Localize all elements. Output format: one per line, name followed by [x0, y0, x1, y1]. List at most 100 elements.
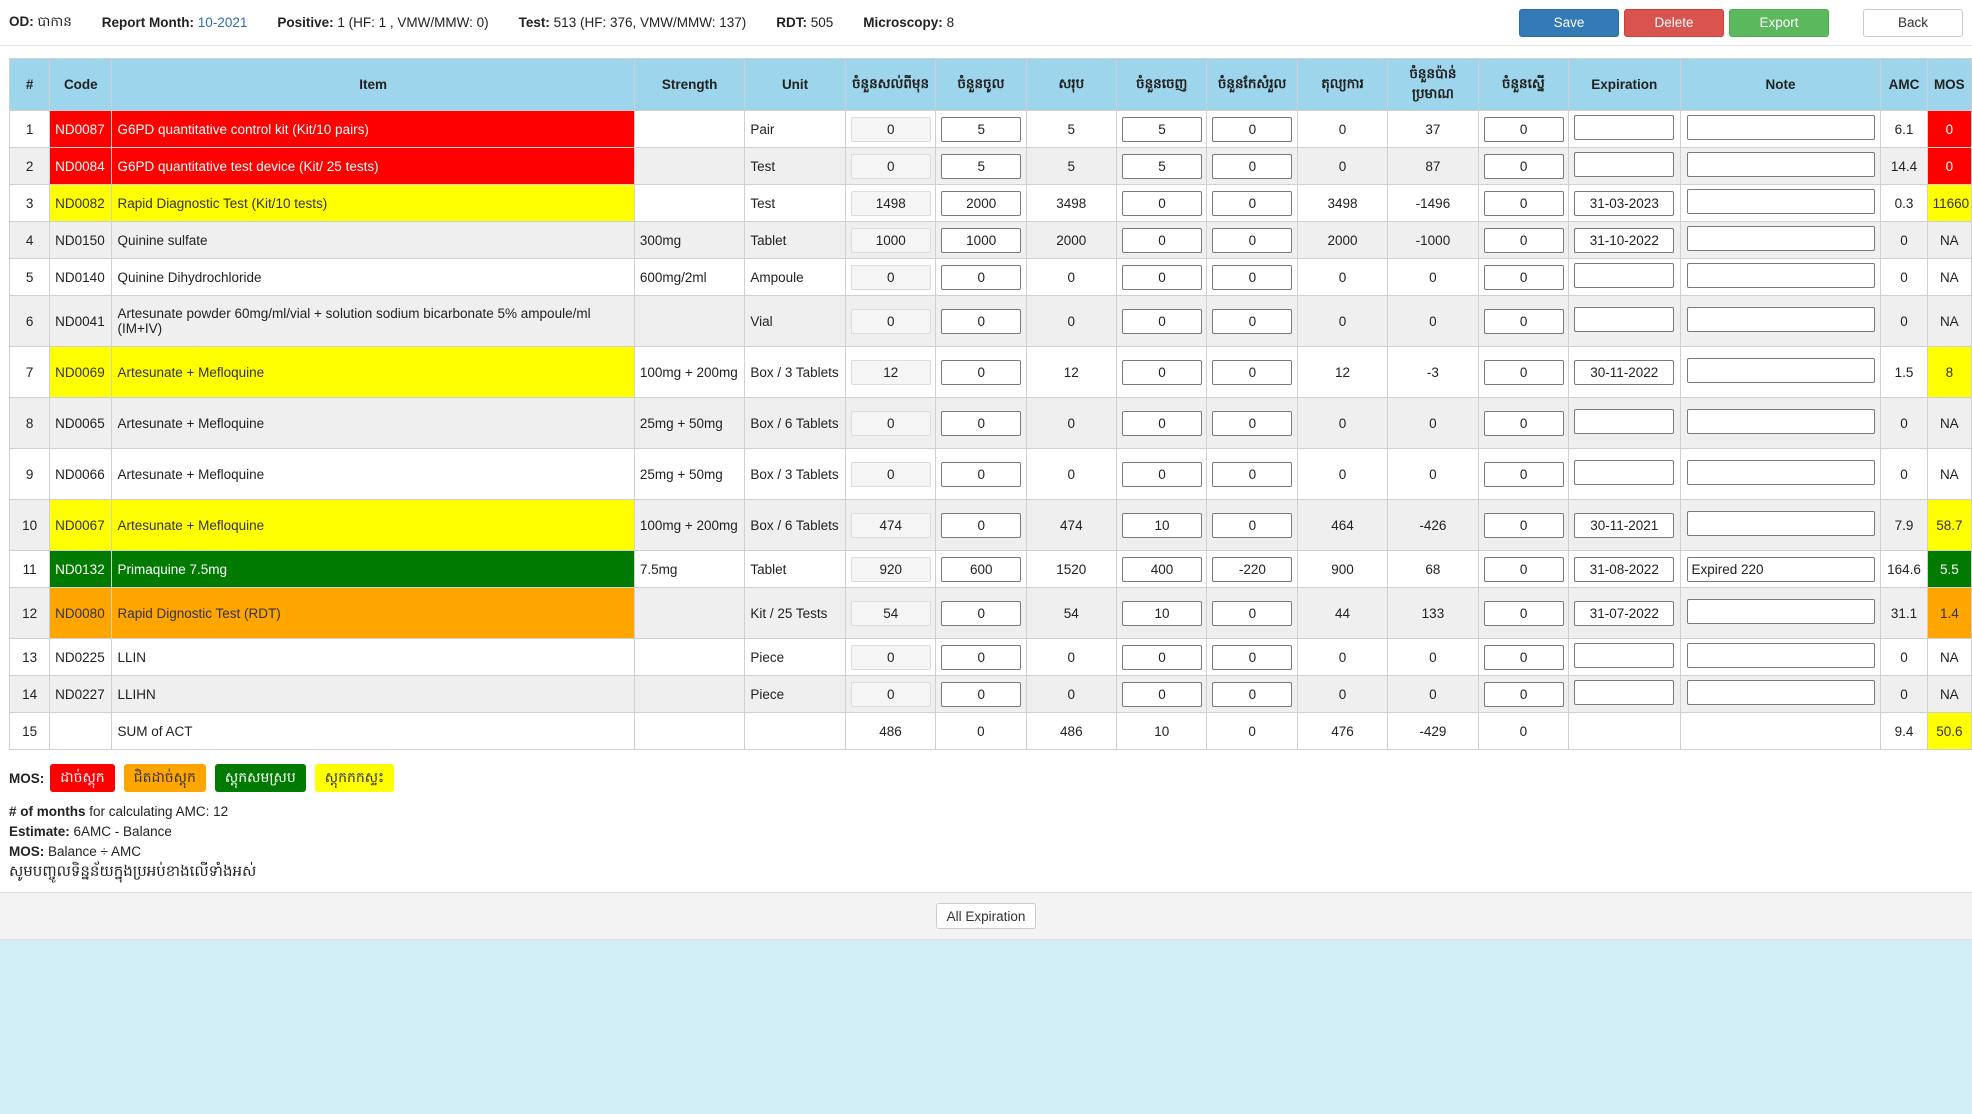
request-field[interactable]: 0: [1483, 410, 1564, 436]
request-field[interactable]: 0: [1483, 556, 1564, 582]
request-field[interactable]: 0: [1483, 264, 1564, 290]
report-month-value[interactable]: 10-2021: [198, 15, 248, 30]
issued-field[interactable]: 0: [1122, 359, 1203, 385]
previous-balance-field[interactable]: 54: [850, 600, 931, 626]
issued-field[interactable]: 5: [1122, 153, 1203, 179]
request-field[interactable]: 0: [1483, 461, 1564, 487]
issued-field[interactable]: 0: [1122, 264, 1203, 290]
note-field[interactable]: [1686, 189, 1875, 214]
adjustment-field[interactable]: 0: [1212, 227, 1293, 253]
expiration-field[interactable]: 30-11-2021: [1574, 512, 1675, 538]
previous-balance-field[interactable]: 0: [850, 644, 931, 670]
expiration-field[interactable]: [1574, 460, 1675, 485]
adjustment-field[interactable]: 0: [1212, 190, 1293, 216]
received-field[interactable]: 0: [941, 264, 1022, 290]
all-expiration-button[interactable]: All Expiration: [935, 903, 1037, 929]
issued-field[interactable]: 10: [1122, 600, 1203, 626]
issued-field[interactable]: 0: [1122, 227, 1203, 253]
issued-field[interactable]: 5: [1122, 116, 1203, 142]
issued-field[interactable]: 0: [1122, 461, 1203, 487]
expiration-field[interactable]: [1574, 152, 1675, 177]
received-field[interactable]: 0: [941, 359, 1022, 385]
adjustment-field[interactable]: 0: [1212, 153, 1293, 179]
received-field[interactable]: 2000: [941, 190, 1022, 216]
expiration-field[interactable]: [1574, 115, 1675, 140]
note-field[interactable]: [1686, 115, 1875, 140]
received-field[interactable]: 0: [941, 461, 1022, 487]
previous-balance-field[interactable]: 0: [850, 264, 931, 290]
issued-field[interactable]: 0: [1122, 308, 1203, 334]
note-field[interactable]: [1686, 511, 1875, 536]
previous-balance-field[interactable]: 1000: [850, 227, 931, 253]
previous-balance-field[interactable]: 920: [850, 556, 931, 582]
note-field[interactable]: [1686, 680, 1875, 705]
expiration-field[interactable]: [1574, 680, 1675, 705]
previous-balance-field[interactable]: 0: [850, 308, 931, 334]
issued-field[interactable]: 0: [1122, 410, 1203, 436]
request-field[interactable]: 0: [1483, 153, 1564, 179]
note-field[interactable]: [1686, 460, 1875, 485]
request-field[interactable]: 0: [1483, 116, 1564, 142]
received-field[interactable]: 0: [941, 644, 1022, 670]
adjustment-field[interactable]: 0: [1212, 644, 1293, 670]
previous-balance-field[interactable]: 0: [850, 153, 931, 179]
received-field[interactable]: 1000: [941, 227, 1022, 253]
received-field[interactable]: 0: [941, 308, 1022, 334]
adjustment-field[interactable]: 0: [1212, 116, 1293, 142]
request-field[interactable]: 0: [1483, 190, 1564, 216]
received-field[interactable]: 0: [941, 512, 1022, 538]
save-button[interactable]: Save: [1519, 8, 1619, 37]
note-field[interactable]: Expired 220: [1686, 556, 1875, 582]
delete-button[interactable]: Delete: [1624, 8, 1724, 37]
expiration-field[interactable]: [1574, 643, 1675, 668]
request-field[interactable]: 0: [1483, 227, 1564, 253]
adjustment-field[interactable]: 0: [1212, 681, 1293, 707]
previous-balance-field[interactable]: 0: [850, 461, 931, 487]
previous-balance-field[interactable]: 474: [850, 512, 931, 538]
expiration-field[interactable]: 31-07-2022: [1574, 600, 1675, 626]
note-field[interactable]: [1686, 263, 1875, 288]
previous-balance-field[interactable]: 0: [850, 116, 931, 142]
received-field[interactable]: 0: [941, 600, 1022, 626]
request-field[interactable]: 0: [1483, 644, 1564, 670]
adjustment-field[interactable]: 0: [1212, 359, 1293, 385]
received-field[interactable]: 0: [941, 410, 1022, 436]
previous-balance-field[interactable]: 1498: [850, 190, 931, 216]
received-field[interactable]: 0: [941, 681, 1022, 707]
expiration-field[interactable]: [1574, 307, 1675, 332]
expiration-field[interactable]: [1574, 263, 1675, 288]
back-button[interactable]: Back: [1863, 8, 1963, 37]
note-field[interactable]: [1686, 152, 1875, 177]
expiration-field[interactable]: 31-10-2022: [1574, 227, 1675, 253]
export-button[interactable]: Export: [1729, 8, 1829, 37]
note-field[interactable]: [1686, 226, 1875, 251]
received-field[interactable]: 600: [941, 556, 1022, 582]
note-field[interactable]: [1686, 599, 1875, 624]
adjustment-field[interactable]: 0: [1212, 600, 1293, 626]
adjustment-field[interactable]: 0: [1212, 264, 1293, 290]
issued-field[interactable]: 10: [1122, 512, 1203, 538]
adjustment-field[interactable]: 0: [1212, 512, 1293, 538]
received-field[interactable]: 5: [941, 116, 1022, 142]
request-field[interactable]: 0: [1483, 359, 1564, 385]
adjustment-field[interactable]: 0: [1212, 410, 1293, 436]
request-field[interactable]: 0: [1483, 681, 1564, 707]
issued-field[interactable]: 0: [1122, 644, 1203, 670]
issued-field[interactable]: 0: [1122, 681, 1203, 707]
request-field[interactable]: 0: [1483, 308, 1564, 334]
expiration-field[interactable]: 30-11-2022: [1574, 359, 1675, 385]
issued-field[interactable]: 0: [1122, 190, 1203, 216]
previous-balance-field[interactable]: 0: [850, 681, 931, 707]
previous-balance-field[interactable]: 0: [850, 410, 931, 436]
adjustment-field[interactable]: -220: [1212, 556, 1293, 582]
request-field[interactable]: 0: [1483, 600, 1564, 626]
expiration-field[interactable]: 31-08-2022: [1574, 556, 1675, 582]
received-field[interactable]: 5: [941, 153, 1022, 179]
issued-field[interactable]: 400: [1122, 556, 1203, 582]
note-field[interactable]: [1686, 409, 1875, 434]
expiration-field[interactable]: [1574, 409, 1675, 434]
adjustment-field[interactable]: 0: [1212, 308, 1293, 334]
note-field[interactable]: [1686, 358, 1875, 383]
expiration-field[interactable]: 31-03-2023: [1574, 190, 1675, 216]
note-field[interactable]: [1686, 643, 1875, 668]
